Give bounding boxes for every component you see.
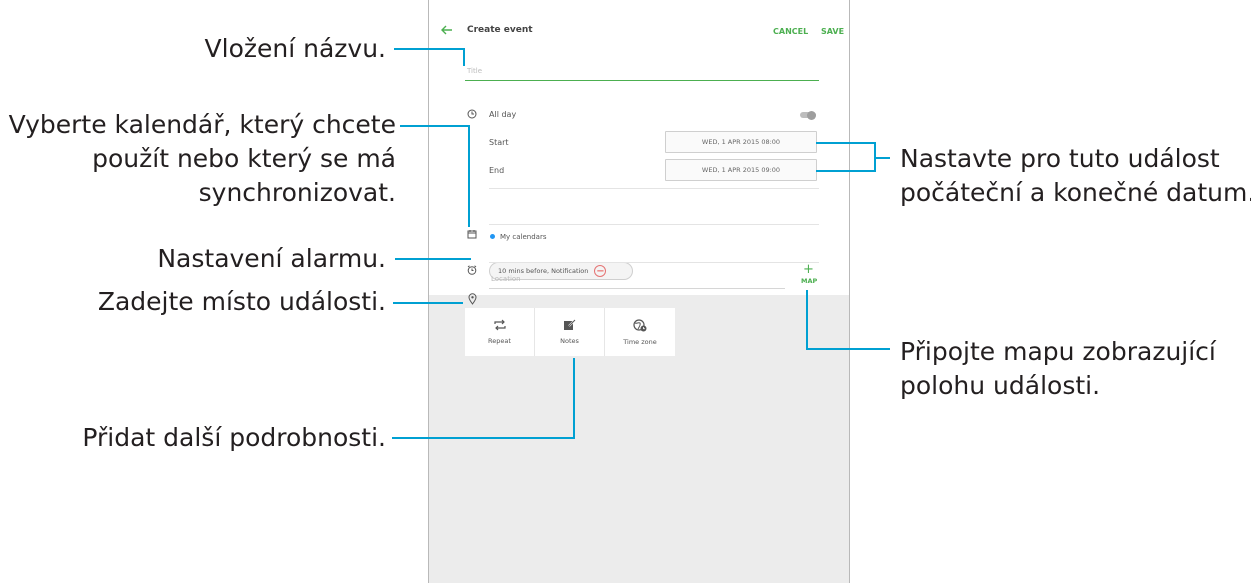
divider	[489, 262, 819, 263]
notes-option[interactable]: Notes	[535, 308, 605, 356]
annotation-alarm: Nastavení alarmu.	[157, 244, 386, 273]
repeat-label: Repeat	[488, 337, 511, 345]
callout-line	[400, 125, 470, 127]
end-label: End	[489, 166, 505, 175]
annotation-map-line1: Připojte mapu zobrazující	[900, 337, 1216, 366]
calendar-icon	[467, 229, 477, 239]
title-underline	[465, 80, 819, 81]
time-zone-icon	[633, 318, 647, 332]
all-day-label: All day	[489, 110, 517, 119]
more-options-panel: Repeat Notes Time zone	[465, 308, 675, 356]
create-event-screen: Create event CANCEL SAVE Title All day S…	[428, 0, 850, 583]
callout-line	[468, 125, 470, 227]
end-date-field[interactable]: WED, 1 APR 2015 09:00	[665, 159, 817, 181]
remove-alarm-icon[interactable]: −	[594, 265, 607, 277]
callout-line	[806, 348, 890, 350]
start-date-field[interactable]: WED, 1 APR 2015 08:00	[665, 131, 817, 153]
annotation-location: Zadejte místo události.	[97, 287, 386, 316]
location-underline	[489, 288, 785, 289]
cancel-button[interactable]: CANCEL	[773, 27, 808, 36]
annotation-calendar-line3: synchronizovat.	[198, 178, 396, 207]
callout-line	[393, 302, 463, 304]
annotation-map-line2: polohu události.	[900, 371, 1101, 400]
calendar-color-dot	[490, 234, 495, 239]
location-input[interactable]: Location	[491, 275, 521, 283]
notes-label: Notes	[560, 337, 579, 345]
title-input[interactable]: Title	[467, 67, 482, 75]
callout-line	[874, 157, 890, 159]
add-alarm-icon[interactable]: +	[803, 262, 814, 277]
annotation-dates-line1: Nastavte pro tuto událost	[900, 144, 1220, 173]
callout-line	[392, 437, 575, 439]
annotation-dates-line2: počáteční a konečné datum.	[900, 178, 1251, 207]
map-button[interactable]: MAP	[801, 277, 817, 285]
annotation-calendar-line1: Vyberte kalendář, který chcete	[8, 110, 396, 139]
callout-line	[463, 48, 465, 66]
clock-icon	[467, 109, 477, 119]
alarm-clock-icon	[467, 265, 477, 275]
divider	[489, 224, 819, 225]
callout-line	[816, 142, 876, 144]
callout-line	[816, 170, 876, 172]
screen-title: Create event	[467, 25, 533, 35]
callout-line	[395, 258, 471, 260]
callout-line	[806, 290, 808, 350]
time-zone-option[interactable]: Time zone	[605, 308, 675, 356]
annotation-calendar-line2: použít nebo který se má	[92, 144, 396, 173]
repeat-option[interactable]: Repeat	[465, 308, 535, 356]
back-arrow-icon[interactable]	[441, 25, 453, 35]
save-button[interactable]: SAVE	[821, 27, 844, 36]
calendar-selector[interactable]: My calendars	[500, 233, 547, 241]
time-zone-label: Time zone	[623, 337, 657, 346]
repeat-icon	[492, 319, 508, 331]
location-pin-icon	[468, 293, 477, 305]
divider	[489, 188, 819, 189]
callout-line	[394, 48, 465, 50]
notes-icon	[563, 319, 577, 331]
callout-line	[573, 358, 575, 439]
start-label: Start	[489, 138, 509, 147]
annotation-title: Vložení názvu.	[204, 34, 386, 63]
annotation-details: Přidat další podrobnosti.	[82, 423, 386, 452]
alarm-value: 10 mins before, Notification	[498, 267, 589, 275]
